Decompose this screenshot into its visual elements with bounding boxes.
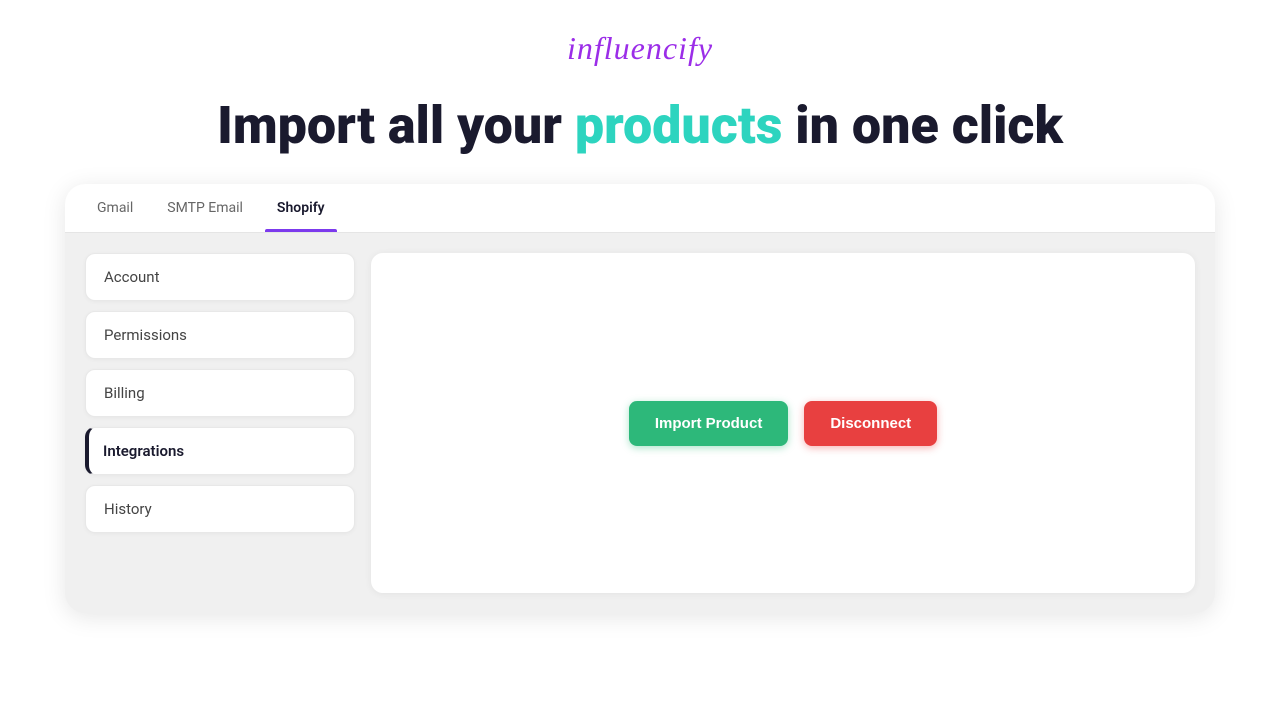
- hero-highlight: products: [575, 95, 782, 156]
- sidebar-item-permissions[interactable]: Permissions: [85, 311, 355, 359]
- import-product-button[interactable]: Import Product: [629, 401, 789, 446]
- hero-text-before: Import all your: [217, 95, 575, 156]
- sidebar-item-integrations[interactable]: Integrations: [85, 427, 355, 475]
- content-panel: Import Product Disconnect: [371, 253, 1195, 593]
- disconnect-button[interactable]: Disconnect: [804, 401, 937, 446]
- sidebar-item-history[interactable]: History: [85, 485, 355, 533]
- logo: influencify: [567, 30, 713, 67]
- sidebar-item-billing[interactable]: Billing: [85, 369, 355, 417]
- tab-smtp-email[interactable]: SMTP Email: [155, 184, 255, 232]
- tab-shopify[interactable]: Shopify: [265, 184, 337, 232]
- sidebar: Account Permissions Billing Integrations…: [85, 253, 355, 593]
- tab-gmail[interactable]: Gmail: [85, 184, 145, 232]
- header: influencify: [567, 30, 713, 67]
- tabs-bar: Gmail SMTP Email Shopify: [65, 184, 1215, 233]
- main-card: Gmail SMTP Email Shopify Account Permiss…: [65, 184, 1215, 613]
- hero-text-after: in one click: [782, 95, 1063, 156]
- card-body: Account Permissions Billing Integrations…: [65, 233, 1215, 613]
- sidebar-item-account[interactable]: Account: [85, 253, 355, 301]
- hero-title: Import all your products in one click: [217, 97, 1063, 154]
